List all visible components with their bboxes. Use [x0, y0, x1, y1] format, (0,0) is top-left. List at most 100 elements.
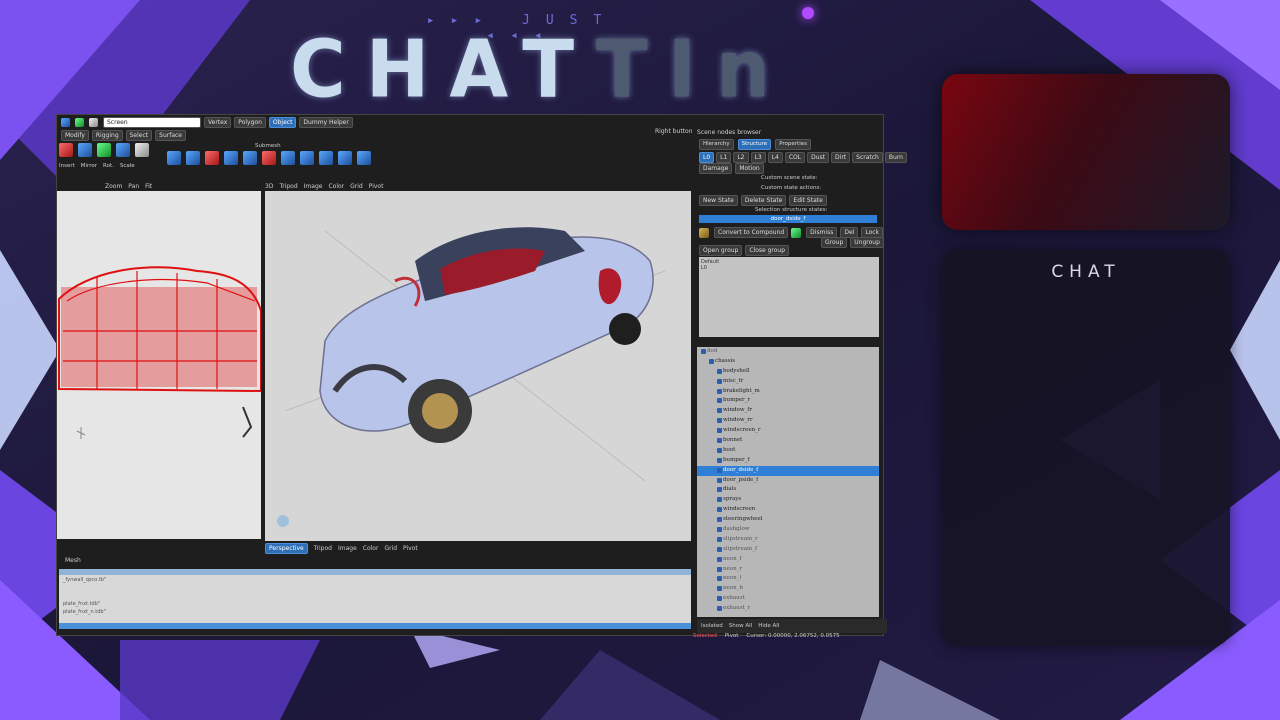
visibility-checkbox[interactable] — [717, 497, 722, 503]
state-list-item[interactable]: L0 — [701, 265, 877, 271]
visibility-checkbox[interactable] — [717, 438, 722, 444]
visibility-checkbox[interactable] — [717, 487, 722, 493]
hierarchy-item[interactable]: steeringwheel — [697, 515, 879, 525]
open-icon[interactable] — [75, 117, 84, 127]
move-icon[interactable] — [97, 143, 111, 157]
visibility-checkbox[interactable] — [717, 507, 722, 513]
lod-button[interactable]: L1 — [716, 152, 732, 163]
hierarchy-item[interactable]: windscreen — [697, 505, 879, 515]
grid-toggle[interactable]: Grid — [350, 183, 363, 190]
convert-to-compound-button[interactable]: Convert to Compound — [714, 227, 789, 238]
group-button[interactable]: Group — [821, 237, 848, 248]
visibility-checkbox[interactable] — [717, 536, 722, 542]
visibility-checkbox[interactable] — [717, 556, 722, 562]
hierarchy-item[interactable]: bumper_f — [697, 456, 879, 466]
grid-toggle-bottom[interactable]: Grid — [384, 545, 397, 552]
visibility-checkbox[interactable] — [701, 349, 706, 354]
visibility-checkbox[interactable] — [717, 467, 722, 473]
scene-hierarchy-tree[interactable]: dod chassis bodyshell misc_fr brakelight_m bu… — [697, 347, 879, 617]
hierarchy-item[interactable]: bumper_r — [697, 396, 879, 406]
visibility-checkbox[interactable] — [717, 517, 722, 523]
hierarchy-item[interactable]: brakelight_m — [697, 387, 879, 397]
tab-select[interactable]: Select — [125, 129, 153, 141]
hierarchy-item[interactable]: door_pside_f — [697, 476, 879, 486]
hierarchy-item[interactable]: exhaust — [697, 594, 879, 604]
hierarchy-item[interactable]: boot — [697, 446, 879, 456]
split-icon[interactable] — [205, 151, 219, 165]
visibility-checkbox[interactable] — [717, 546, 722, 552]
lod-button[interactable]: COL — [784, 152, 806, 163]
edit-state-button[interactable]: Edit State — [789, 195, 827, 206]
lod-button[interactable]: Dirt — [831, 152, 851, 163]
tripod-toggle[interactable]: Tripod — [279, 183, 297, 190]
hierarchy-item[interactable]: bodyshell — [697, 367, 879, 377]
visibility-checkbox[interactable] — [717, 428, 722, 434]
flip-icon[interactable] — [300, 151, 314, 165]
damage-dropdown[interactable]: Damage — [699, 163, 733, 174]
ungroup-button[interactable]: Ungroup — [850, 237, 884, 248]
visibility-checkbox[interactable] — [717, 576, 722, 582]
tab-structure[interactable]: Structure — [737, 139, 772, 150]
merge-icon[interactable] — [224, 151, 238, 165]
screen-field[interactable]: Screen — [103, 116, 201, 128]
mesh-tab[interactable]: Mesh — [65, 557, 81, 564]
hierarchy-item[interactable]: slipstream_f — [697, 545, 879, 555]
uv-icon[interactable] — [338, 151, 352, 165]
visibility-checkbox[interactable] — [717, 457, 722, 463]
visibility-checkbox[interactable] — [717, 586, 722, 592]
hierarchy-item[interactable]: misc_fr — [697, 377, 879, 387]
hierarchy-item[interactable]: dashglow — [697, 525, 879, 535]
tripod-toggle-bottom[interactable]: Tripod — [314, 545, 332, 552]
lod-button[interactable]: Burn — [884, 152, 907, 163]
new-icon[interactable] — [61, 117, 70, 127]
show-all-button[interactable]: Show All — [729, 623, 752, 629]
insert-icon[interactable] — [59, 143, 73, 157]
hierarchy-item[interactable]: windscreen_r — [697, 426, 879, 436]
visibility-checkbox[interactable] — [717, 477, 722, 483]
hierarchy-item[interactable]: neon_f — [697, 555, 879, 565]
main-viewport[interactable] — [265, 191, 691, 541]
polygon-button[interactable]: Polygon — [234, 116, 266, 128]
zoom-button[interactable]: Zoom — [105, 183, 122, 190]
open-group-button[interactable]: Open group — [699, 245, 743, 256]
hierarchy-item[interactable]: neon_r — [697, 565, 879, 575]
hierarchy-item[interactable]: door_dside_f — [697, 465, 879, 476]
image-toggle-bottom[interactable]: Image — [338, 545, 357, 552]
visibility-checkbox[interactable] — [717, 368, 722, 374]
lod-button[interactable]: Scratch — [852, 152, 883, 163]
hierarchy-item[interactable]: chassis — [697, 357, 879, 367]
visibility-checkbox[interactable] — [709, 358, 714, 364]
object-button[interactable]: Object — [268, 116, 297, 128]
hierarchy-item[interactable]: window_fr — [697, 406, 879, 416]
tab-surface[interactable]: Surface — [155, 129, 186, 141]
save-icon[interactable] — [89, 117, 98, 127]
selected-state-row[interactable]: door_dside_f — [699, 215, 877, 223]
pivot-toggle-bottom[interactable]: Pivot — [403, 545, 418, 552]
color-toggle-bottom[interactable]: Color — [363, 545, 379, 552]
hierarchy-item[interactable]: exhaust_r — [697, 604, 879, 614]
smooth-icon[interactable] — [319, 151, 333, 165]
hierarchy-item[interactable]: dials — [697, 485, 879, 495]
pivot-toggle[interactable]: Pivot — [369, 183, 384, 190]
lod-button[interactable]: L0 — [699, 152, 715, 163]
visibility-checkbox[interactable] — [717, 447, 722, 453]
isolated-toggle[interactable]: Isolated — [701, 623, 723, 629]
dummy-helper-button[interactable]: Dummy Helper — [299, 116, 353, 128]
mirror-icon[interactable] — [78, 143, 92, 157]
hierarchy-item[interactable]: window_rr — [697, 416, 879, 426]
sphere-icon[interactable] — [186, 151, 200, 165]
tab-properties[interactable]: Properties — [775, 139, 811, 150]
visibility-checkbox[interactable] — [717, 606, 722, 612]
grid-icon[interactable] — [357, 151, 371, 165]
rotate-icon[interactable] — [116, 143, 130, 157]
vertex-button[interactable]: Vertex — [204, 116, 232, 128]
state-list-box[interactable]: Default L0 — [699, 257, 879, 337]
hierarchy-item[interactable]: bonnet — [697, 436, 879, 446]
lod-button[interactable]: Dust — [807, 152, 830, 163]
visibility-checkbox[interactable] — [717, 418, 722, 424]
visibility-checkbox[interactable] — [717, 596, 722, 602]
visibility-checkbox[interactable] — [717, 398, 722, 404]
color-toggle[interactable]: Color — [328, 183, 344, 190]
pivot-label[interactable]: Pivot — [725, 633, 739, 639]
tab-hierarchy[interactable]: Hierarchy — [699, 139, 734, 150]
